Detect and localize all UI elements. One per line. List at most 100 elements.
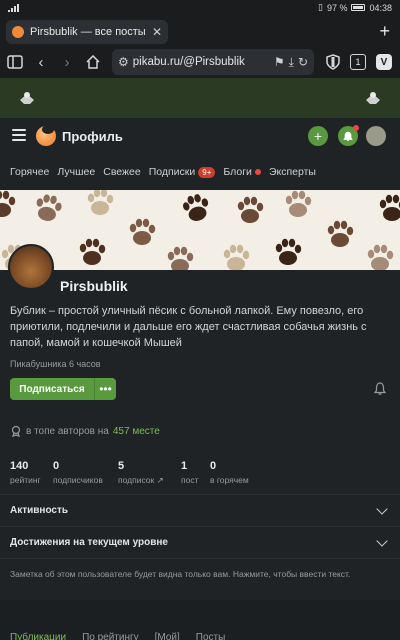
reload-icon[interactable]: ↻	[298, 55, 308, 69]
tab-title: Pirsbublik — все посты пользователя	[30, 26, 146, 38]
battery-text: 97 %	[326, 2, 348, 13]
stat-label: пост	[181, 475, 199, 485]
stat-rating: 140 рейтинг	[10, 460, 53, 486]
stat-value: 5	[118, 460, 125, 472]
paw-icon	[0, 190, 16, 217]
profile-stats: 140 рейтинг 0 подписчиков 5 подписок ↗ 1…	[10, 460, 270, 486]
shield-icon	[326, 54, 340, 70]
stat-posts: 1 пост	[181, 460, 210, 486]
paw-icon	[223, 244, 250, 270]
new-tab-button[interactable]: +	[379, 22, 390, 40]
subscribe-button[interactable]: Подписаться	[10, 378, 94, 400]
menu-icon-line	[12, 134, 26, 136]
accordion-label: Активность	[10, 505, 69, 516]
paw-icon	[237, 196, 264, 223]
feed-nav: Горячее Лучшее Свежее Подписки 9+ Блоги Э…	[0, 154, 400, 190]
chevron-down-icon	[376, 535, 388, 547]
stat-label: рейтинг	[10, 475, 41, 485]
blogs-dot	[254, 169, 261, 175]
paw-icon	[275, 238, 302, 265]
add-post-button[interactable]: +	[308, 126, 328, 146]
nav-item-fresh[interactable]: Свежее	[103, 166, 140, 178]
home-icon	[86, 55, 100, 69]
clock: 04:38	[369, 2, 392, 13]
paw-icon	[129, 218, 156, 245]
stat-value: 140	[10, 460, 29, 472]
tab-count-button[interactable]: 1	[350, 54, 366, 70]
stat-label: в горячем	[210, 475, 249, 485]
nav-item-blogs[interactable]: Блоги	[223, 166, 261, 178]
stat-hot: 0 в горячем	[210, 460, 270, 486]
site-header: Профиль +	[0, 118, 400, 154]
address-bar[interactable]: ⚙ pikabu.ru/@Pirsbublik ⚑ ⤓ ↻	[112, 49, 314, 75]
nav-label: Подписки	[148, 166, 196, 178]
tab-posts[interactable]: Посты	[196, 632, 226, 640]
nav-label: Блоги	[223, 166, 252, 178]
forward-button[interactable]: ›	[56, 51, 78, 73]
back-button[interactable]: ‹	[30, 51, 52, 73]
stat-label: подписок ↗	[118, 475, 164, 485]
achievements-accordion[interactable]: Достижения на текущем уровне	[0, 526, 400, 558]
vivaldi-menu-button[interactable]: V	[376, 54, 392, 70]
profile-bell-icon[interactable]	[374, 382, 386, 396]
rank-value[interactable]: 457 месте	[113, 426, 160, 437]
paw-icon	[180, 191, 213, 224]
pikabu-favicon-icon	[12, 26, 24, 38]
nav-label: Горячее	[10, 166, 50, 178]
stat-value: 0	[210, 460, 217, 472]
paw-icon	[367, 244, 394, 270]
profile-tabs: Публикации По рейтингу [Мой] Посты	[0, 632, 400, 640]
subscribe-button-group: Подписаться •••	[10, 378, 116, 400]
status-bar: ▯ 97 % 04:38	[0, 0, 400, 16]
bookmark-icon[interactable]: ⚑	[274, 55, 285, 69]
activity-accordion[interactable]: Активность	[0, 494, 400, 526]
nav-item-hot[interactable]: Горячее	[10, 166, 49, 178]
notifications-button[interactable]	[338, 125, 359, 146]
stat-subscriptions[interactable]: 5 подписок ↗	[118, 460, 181, 486]
stat-label: подписчиков	[53, 475, 103, 485]
mascot-icon	[366, 92, 380, 104]
profile-age: Пикабушника 6 часов	[10, 359, 101, 369]
stat-value: 1	[181, 460, 188, 472]
author-rank: в топе авторов на 457 месте	[10, 425, 160, 437]
accordion-label: Достижения на текущем уровне	[10, 537, 168, 548]
paw-icon	[327, 220, 354, 247]
nav-item-subscriptions[interactable]: Подписки 9+	[149, 166, 216, 178]
subscriptions-badge: 9+	[198, 166, 216, 178]
nav-label: Свежее	[103, 166, 141, 178]
nav-label: Эксперты	[268, 166, 316, 178]
profile-cover	[0, 190, 400, 270]
bell-icon	[343, 131, 353, 141]
profile-bio: Бублик – простой уличный пёсик с больной…	[10, 305, 367, 349]
tab-by-rating[interactable]: По рейтингу	[82, 632, 139, 640]
profile-avatar[interactable]	[8, 244, 54, 290]
close-tab-icon[interactable]: ✕	[152, 25, 162, 39]
panel-icon	[7, 55, 23, 69]
shield-button[interactable]	[322, 51, 344, 73]
stat-value: 0	[53, 460, 60, 472]
site-settings-icon[interactable]: ⚙	[118, 55, 129, 69]
mascot-icon	[20, 92, 34, 104]
paw-icon	[379, 194, 400, 221]
stat-subscribers[interactable]: 0 подписчиков	[53, 460, 118, 486]
tab-publications[interactable]: Публикации	[10, 632, 66, 640]
browser-tab[interactable]: Pirsbublik — все посты пользователя ✕	[6, 20, 168, 44]
home-button[interactable]	[82, 51, 104, 73]
rank-prefix: в топе авторов на	[26, 425, 109, 437]
url-text: pikabu.ru/@Pirsbublik	[132, 56, 245, 68]
notification-dot	[353, 125, 359, 131]
paw-icon	[285, 190, 312, 217]
more-options-button[interactable]: •••	[94, 378, 116, 400]
browser-tab-strip: Pirsbublik — все посты пользователя ✕ +	[0, 16, 400, 46]
user-avatar[interactable]	[366, 126, 386, 146]
profile-card: Pirsbublik Бублик – простой уличный пёси…	[0, 244, 400, 600]
nav-item-best[interactable]: Лучшее	[57, 166, 95, 178]
user-note-field[interactable]: Заметка об этом пользователе будет видна…	[0, 558, 400, 600]
download-icon[interactable]: ⤓	[289, 55, 294, 70]
menu-button[interactable]	[12, 129, 26, 141]
paw-icon	[33, 192, 64, 224]
pikabu-logo[interactable]	[36, 125, 56, 146]
nav-item-experts[interactable]: Эксперты	[269, 166, 316, 178]
tab-mine[interactable]: [Мой]	[155, 632, 180, 640]
panel-toggle-button[interactable]	[4, 51, 26, 73]
